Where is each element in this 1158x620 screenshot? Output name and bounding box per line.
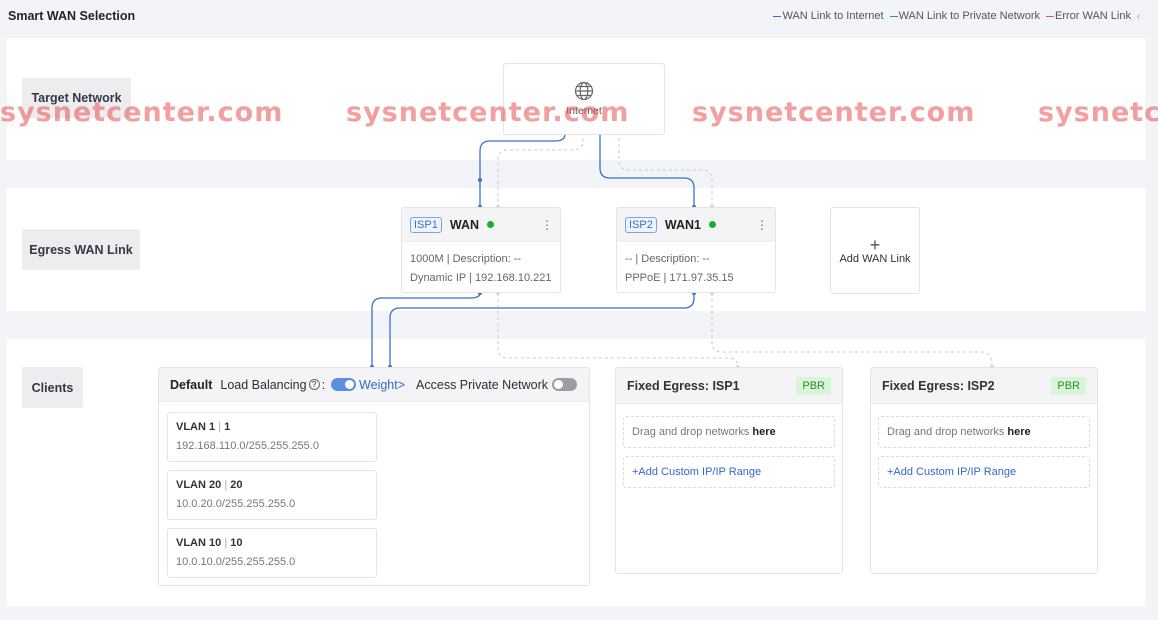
more-options-icon[interactable]: ⋮ [541, 218, 553, 232]
plus-icon: + [869, 234, 881, 255]
add-wan-link-label: Add WAN Link [839, 252, 911, 265]
link-wan-to-clients [371, 292, 481, 367]
watermark: sysnetcenter.com [346, 97, 630, 128]
dashed-internet-to-wan [497, 132, 584, 207]
isp-badge: ISP2 [625, 216, 657, 233]
access-private-network-toggle[interactable] [552, 378, 578, 391]
vlan-item[interactable]: VLAN 20 | 20 10.0.20.0/255.255.255.0 [167, 470, 377, 520]
watermark: sysnetcenter.com [0, 97, 284, 128]
wan-card-isp1[interactable]: ISP1 WAN ⋮ 1000M | Description: -- Dynam… [401, 207, 561, 293]
pbr-badge: PBR [796, 376, 831, 395]
vlan-item[interactable]: VLAN 1 | 1 192.168.110.0/255.255.255.0 [167, 412, 377, 462]
wan-card-isp2[interactable]: ISP2 WAN1 ⋮ -- | Description: -- PPPoE |… [616, 207, 776, 293]
weight-link[interactable]: Weight> [359, 378, 405, 392]
fixed-egress-title: Fixed Egress: ISP1 [627, 378, 740, 393]
status-online-icon [708, 221, 716, 228]
load-balancing-label: Load Balancing [220, 377, 307, 392]
watermark: sysnetcenter.com [692, 97, 976, 128]
add-wan-link-button[interactable]: + Add WAN Link [830, 207, 920, 294]
dashed-internet-to-wan1 [618, 132, 713, 207]
vlan-network: 10.0.20.0/255.255.255.0 [176, 498, 296, 510]
dashed-wan-to-fixed-isp1 [497, 293, 739, 368]
help-icon[interactable]: ? [308, 379, 320, 390]
pbr-badge: PBR [1051, 376, 1086, 395]
isp-badge: ISP1 [410, 216, 442, 233]
wan-ip: PPPoE | 171.97.35.15 [625, 272, 734, 284]
add-custom-ip-range-button[interactable]: +Add Custom IP/IP Range [878, 456, 1090, 488]
fixed-egress-isp2: Fixed Egress: ISP2 PBR Drag and drop net… [870, 367, 1098, 574]
status-online-icon [487, 221, 495, 228]
fixed-egress-title: Fixed Egress: ISP2 [882, 378, 995, 393]
vlan-network: 10.0.10.0/255.255.255.0 [176, 556, 296, 568]
wan-description: -- | Description: -- [625, 253, 710, 265]
link-internet-to-wan [479, 132, 566, 207]
dashed-wan1-to-fixed-isp2 [711, 293, 993, 368]
clients-default-group: Default Load Balancing ?: Weight> Access… [158, 367, 590, 586]
load-balancing-toggle[interactable] [331, 378, 357, 391]
drop-zone[interactable]: Drag and drop networks here [878, 416, 1090, 448]
vlan-network: 192.168.110.0/255.255.255.0 [176, 440, 319, 452]
group-title: Default [170, 377, 213, 392]
wan-name: WAN1 [664, 217, 701, 232]
fixed-egress-isp1: Fixed Egress: ISP1 PBR Drag and drop net… [615, 367, 843, 574]
vlan-item[interactable]: VLAN 10 | 10 10.0.10.0/255.255.255.0 [167, 528, 377, 578]
more-options-icon[interactable]: ⋮ [756, 218, 768, 232]
link-wan1-to-clients [389, 293, 695, 367]
drop-zone[interactable]: Drag and drop networks here [623, 416, 835, 448]
access-private-network-label: Access Private Network [416, 377, 549, 392]
add-custom-ip-range-button[interactable]: +Add Custom IP/IP Range [623, 456, 835, 488]
watermark: sysnetcenter.com [1038, 97, 1158, 128]
wan-name: WAN [449, 217, 480, 232]
wan-description: 1000M | Description: -- [410, 253, 522, 265]
wan-ip: Dynamic IP | 192.168.10.221 [410, 272, 552, 284]
